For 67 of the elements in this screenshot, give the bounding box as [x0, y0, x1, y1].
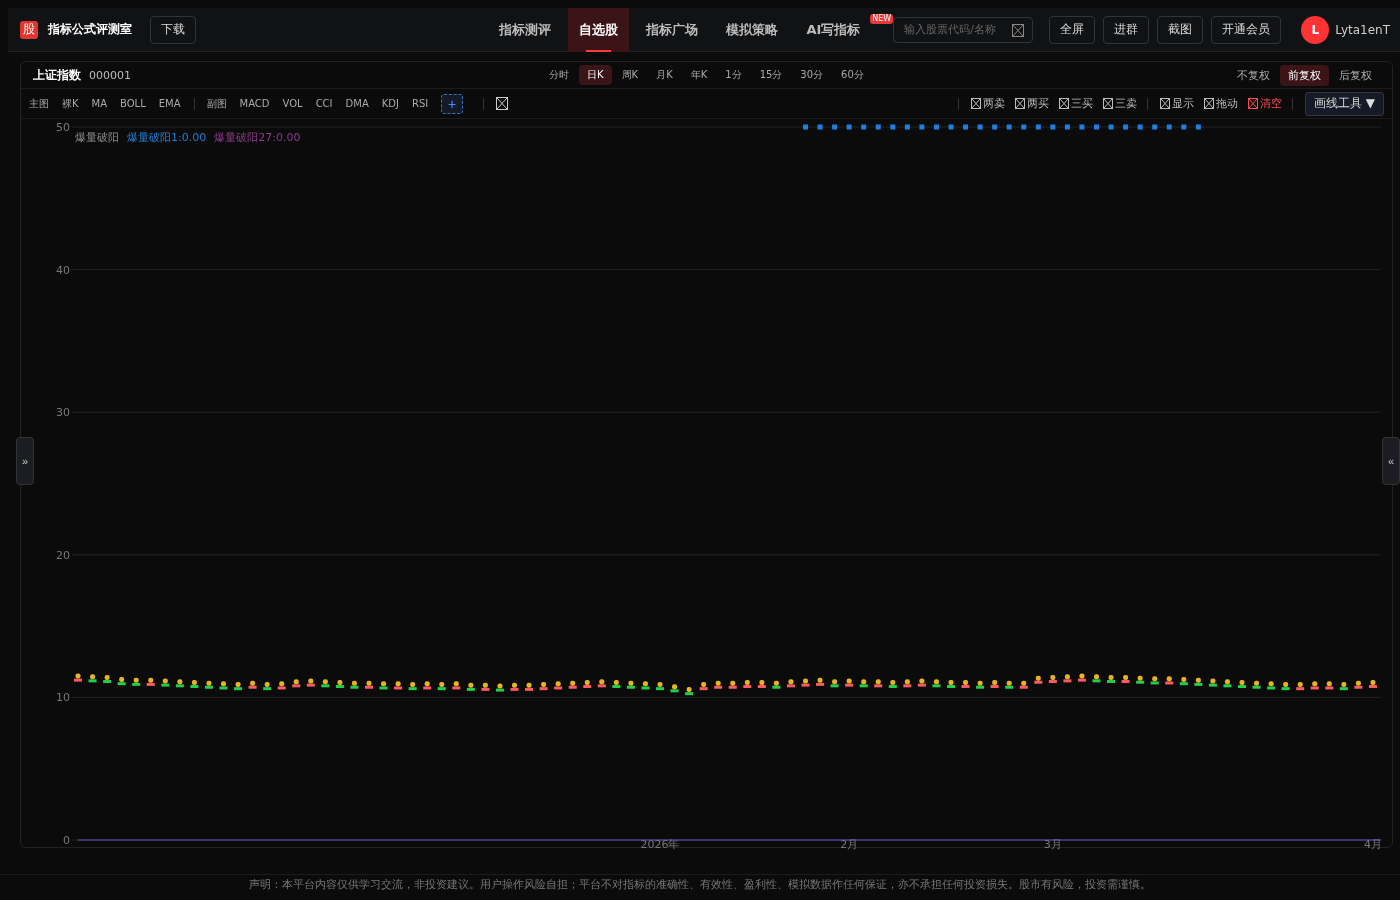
action-button[interactable]: 开通会员 — [1211, 15, 1282, 44]
user-avatar[interactable]: L — [1301, 15, 1330, 44]
x-axis-label: 3月 — [1043, 838, 1062, 850]
nav-tab[interactable]: 模拟策略 — [715, 7, 790, 52]
signal-toggle[interactable]: 三卖 — [1102, 96, 1137, 111]
indicator-option[interactable]: BOLL — [120, 98, 146, 109]
y-axis-label: 0 — [63, 834, 70, 847]
stock-name: 上证指数 — [33, 66, 81, 84]
user-name: Lyta1enT — [1335, 22, 1390, 37]
legend-label: 爆量破阳27:0.00 — [214, 130, 301, 145]
period-tab[interactable]: 月K — [648, 65, 681, 85]
indicator-option[interactable]: KDJ — [381, 98, 399, 109]
adjust-tab[interactable]: 后复权 — [1331, 64, 1380, 86]
sub-chart-label: 副图 — [206, 96, 227, 111]
indicator-option[interactable]: RSI — [411, 98, 429, 109]
download-button[interactable]: 下载 — [150, 15, 196, 44]
nav-tab[interactable]: 指标广场 — [635, 7, 710, 52]
action-button[interactable]: 截图 — [1157, 15, 1204, 44]
y-axis-label: 30 — [56, 406, 70, 420]
y-axis-label: 20 — [56, 548, 70, 562]
signal-toggle[interactable]: 三买 — [1058, 96, 1093, 111]
add-button[interactable]: + — [441, 93, 464, 114]
x-axis-label: 4月 — [1363, 838, 1382, 850]
nav-tab[interactable]: 指标测评 — [488, 7, 563, 52]
new-badge: NEW — [870, 13, 894, 24]
indicator-option[interactable]: VOL — [282, 98, 303, 109]
nav-tab[interactable]: AI写指标 — [795, 7, 872, 52]
x-axis-label: 2月 — [840, 838, 859, 850]
period-tab[interactable]: 日K — [579, 65, 612, 85]
period-tab[interactable]: 1分 — [717, 65, 750, 85]
period-tab[interactable]: 30分 — [792, 65, 832, 85]
expand-handle[interactable]: » — [16, 437, 34, 485]
adjust-tab[interactable]: 前复权 — [1280, 64, 1329, 86]
signal-toggle[interactable]: 两买 — [1014, 96, 1049, 111]
legend-label: 爆量破阳 — [75, 130, 119, 145]
period-tab[interactable]: 年K — [682, 65, 716, 85]
indicator-option[interactable]: CCI — [315, 98, 333, 109]
disclaimer-text: 声明：本平台内容仅供学习交流，非投资建议。用户操作风险自担；平台不对指标的准确性、有效性、盈利性、模拟数据作任何保证，亦不承担任何投资损失。股市有风险，投资需谨慎。 — [0, 874, 1400, 892]
tool-toggle[interactable]: 显示 — [1159, 96, 1194, 111]
indicator-option[interactable]: MACD — [239, 98, 270, 109]
indicator-option[interactable]: 裸K — [62, 96, 79, 111]
tool-toggle[interactable]: 拖动 — [1203, 96, 1238, 111]
period-tab[interactable]: 60分 — [833, 65, 872, 85]
nav-tab[interactable]: 自选股 — [568, 7, 630, 52]
drawing-tools-dropdown[interactable]: 画线工具 ▼ — [1304, 91, 1384, 116]
x-axis-label: 2026年 — [640, 838, 680, 850]
period-tab[interactable]: 分时 — [541, 65, 577, 85]
y-axis-label: 50 — [56, 121, 70, 134]
indicator-option[interactable]: DMA — [345, 98, 369, 109]
y-axis-label: 40 — [56, 263, 70, 277]
tool-toggle[interactable]: 清空 — [1247, 96, 1282, 111]
adjust-tab[interactable]: 不复权 — [1229, 64, 1278, 86]
collapse-handle[interactable]: « — [1382, 437, 1400, 485]
period-tab[interactable]: 15分 — [751, 65, 791, 85]
action-button[interactable]: 全屏 — [1049, 15, 1096, 44]
action-button[interactable]: 进群 — [1103, 15, 1150, 44]
search-field[interactable]: 输入股票代码/名称 — [893, 16, 1034, 43]
legend-label: 爆量破阳1:0.00 — [127, 130, 207, 145]
logo-icon: 股 — [20, 20, 38, 39]
indicator-option[interactable]: EMA — [158, 98, 181, 109]
signal-toggle[interactable]: 两卖 — [970, 96, 1005, 111]
indicator-option[interactable]: MA — [91, 98, 108, 109]
y-axis-label: 10 — [56, 691, 70, 705]
main-chart-label: 主图 — [29, 96, 49, 111]
site-title: 指标公式评测室 — [48, 21, 132, 38]
period-tab[interactable]: 周K — [613, 65, 647, 85]
stock-code: 000001 — [89, 68, 131, 82]
